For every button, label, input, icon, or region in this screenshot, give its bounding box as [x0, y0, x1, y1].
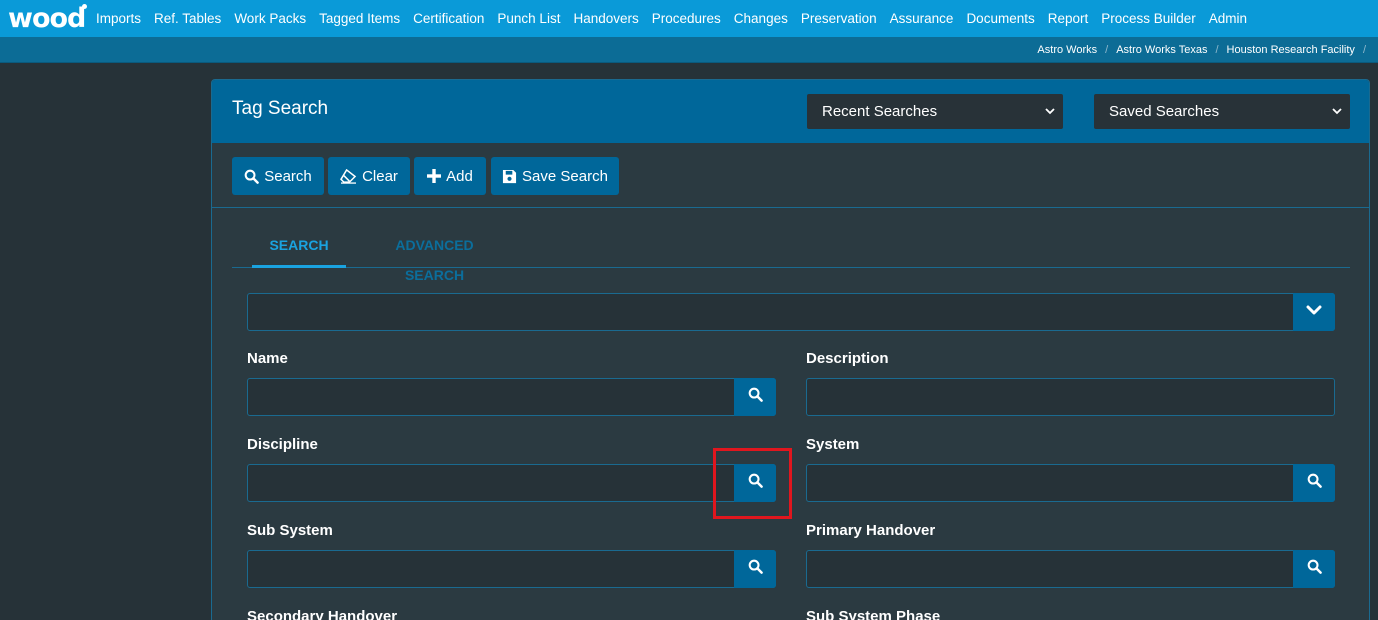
clear-button[interactable]: Clear [328, 157, 410, 195]
nav-procedures[interactable]: Procedures [652, 11, 721, 26]
chevron-down-icon [1332, 94, 1342, 131]
sub-system-phase-label: Sub System Phase [806, 608, 941, 620]
search-tabs: SEARCH ADVANCED SEARCH [232, 230, 1350, 283]
clear-button-label: Clear [362, 167, 398, 185]
saved-searches-label: Saved Searches [1109, 103, 1220, 120]
name-field[interactable] [247, 378, 776, 416]
chevron-down-icon [1045, 94, 1055, 131]
breadcrumb-houston-research-facility[interactable]: Houston Research Facility [1227, 44, 1355, 56]
name-label: Name [247, 350, 288, 367]
primary-handover-field[interactable] [806, 550, 1335, 588]
search-button[interactable]: Search [232, 157, 324, 195]
saved-filter-dropdown[interactable] [247, 293, 1335, 331]
discipline-lookup-button[interactable] [734, 464, 776, 502]
recent-searches-label: Recent Searches [822, 103, 938, 120]
sub-system-field[interactable] [247, 550, 776, 588]
search-icon [244, 169, 260, 184]
nav-handovers[interactable]: Handovers [573, 11, 638, 26]
discipline-input[interactable] [248, 465, 775, 501]
system-field[interactable] [806, 464, 1335, 502]
discipline-field[interactable] [247, 464, 776, 502]
page-title: Tag Search [232, 98, 329, 119]
system-label: System [806, 436, 860, 453]
description-label: Description [806, 350, 889, 367]
save-search-button[interactable]: Save Search [491, 157, 619, 195]
search-icon [1307, 473, 1322, 493]
toolbar: Search Clear Add Save Search [212, 143, 1369, 208]
breadcrumb-separator: / [1105, 43, 1109, 56]
nav-changes[interactable]: Changes [734, 11, 788, 26]
primary-handover-input[interactable] [807, 551, 1334, 587]
tab-search[interactable]: SEARCH [252, 230, 346, 268]
breadcrumb-separator: / [1215, 43, 1219, 56]
name-lookup-button[interactable] [734, 378, 776, 416]
breadcrumb-separator: / [1362, 43, 1366, 56]
top-navbar: wood Imports Ref. Tables Work Packs Tagg… [0, 0, 1378, 37]
breadcrumb-astro-works[interactable]: Astro Works [1037, 44, 1097, 56]
nav-documents[interactable]: Documents [966, 11, 1034, 26]
main-menu: Imports Ref. Tables Work Packs Tagged It… [96, 11, 1260, 26]
nav-imports[interactable]: Imports [96, 11, 141, 26]
save-search-button-label: Save Search [522, 167, 608, 185]
plus-icon [427, 169, 442, 183]
name-input[interactable] [248, 379, 775, 415]
tag-search-panel: Tag Search Recent Searches Saved Searche… [211, 79, 1370, 620]
nav-report[interactable]: Report [1048, 11, 1089, 26]
floppy-disk-icon [502, 169, 517, 184]
secondary-handover-label: Secondary Handover [247, 608, 398, 620]
recent-searches-select[interactable]: Recent Searches [807, 94, 1063, 129]
add-button[interactable]: Add [414, 157, 486, 195]
search-icon [1307, 559, 1322, 579]
sub-system-label: Sub System [247, 522, 333, 539]
nav-punch-list[interactable]: Punch List [497, 11, 560, 26]
description-input[interactable] [807, 379, 1334, 415]
description-field[interactable] [806, 378, 1335, 416]
search-icon [748, 473, 763, 493]
breadcrumb: Astro Works / Astro Works Texas / Housto… [0, 37, 1378, 63]
nav-ref-tables[interactable]: Ref. Tables [154, 11, 221, 26]
eraser-icon [340, 168, 357, 184]
panel-header: Tag Search Recent Searches Saved Searche… [212, 80, 1369, 143]
discipline-label: Discipline [247, 436, 318, 453]
nav-preservation[interactable]: Preservation [801, 11, 877, 26]
nav-assurance[interactable]: Assurance [890, 11, 954, 26]
nav-process-builder[interactable]: Process Builder [1101, 11, 1196, 26]
sub-system-lookup-button[interactable] [734, 550, 776, 588]
nav-certification[interactable]: Certification [413, 11, 484, 26]
chevron-down-icon [1306, 303, 1322, 321]
primary-handover-lookup-button[interactable] [1293, 550, 1335, 588]
saved-searches-select[interactable]: Saved Searches [1094, 94, 1350, 129]
system-lookup-button[interactable] [1293, 464, 1335, 502]
logo-dot [82, 4, 87, 9]
system-input[interactable] [807, 465, 1334, 501]
nav-work-packs[interactable]: Work Packs [234, 11, 306, 26]
add-button-label: Add [446, 167, 473, 185]
wood-logo[interactable]: wood [0, 0, 96, 37]
dropdown-toggle-button[interactable] [1293, 293, 1335, 331]
search-button-label: Search [264, 167, 312, 185]
nav-tagged-items[interactable]: Tagged Items [319, 11, 400, 26]
search-icon [748, 387, 763, 407]
primary-handover-label: Primary Handover [806, 522, 936, 539]
breadcrumb-astro-works-texas[interactable]: Astro Works Texas [1116, 44, 1207, 56]
search-icon [748, 559, 763, 579]
nav-admin[interactable]: Admin [1209, 11, 1247, 26]
sub-system-input[interactable] [248, 551, 775, 587]
tab-advanced-search[interactable]: ADVANCED SEARCH [367, 230, 502, 283]
